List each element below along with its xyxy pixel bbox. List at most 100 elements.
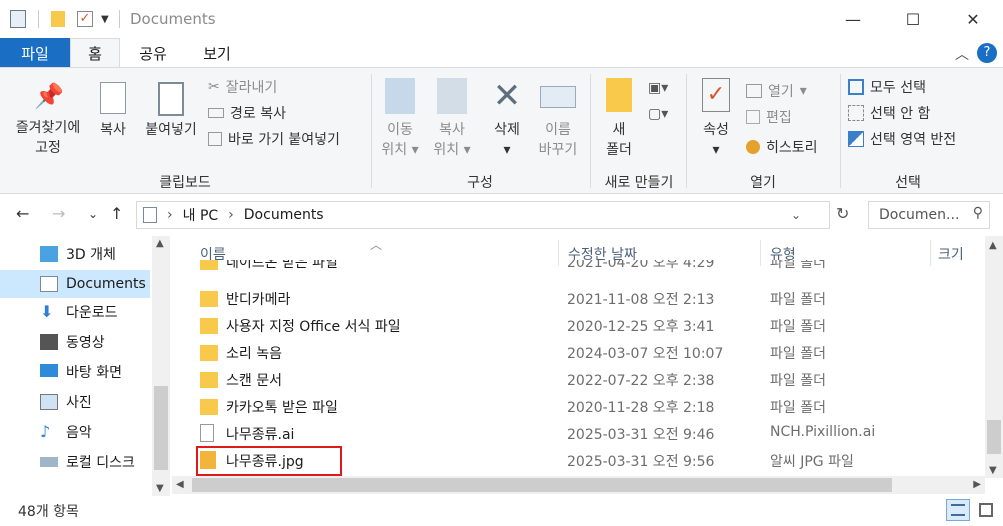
paste-button[interactable]: 붙여넣기: [138, 82, 204, 140]
file-row[interactable]: 나무종류.ai 2025-03-31 오전 9:46 NCH.Pixillion…: [196, 420, 986, 447]
scroll-thumb[interactable]: [192, 478, 892, 492]
delete-button[interactable]: ✕ 삭제 ▾: [484, 78, 530, 160]
file-date: 2025-03-31 오전 9:56: [567, 454, 715, 470]
recent-locations-icon[interactable]: ⌄: [88, 207, 98, 221]
new-folder-icon: [606, 78, 632, 112]
open-button[interactable]: 열기 ▾: [746, 80, 807, 102]
up-arrow-icon[interactable]: ↑: [110, 204, 123, 223]
qa-dropdown-icon[interactable]: ▼: [101, 14, 109, 25]
file-row[interactable]: 사용자 지정 Office 서식 파일 2020-12-25 오후 3:41 파…: [196, 312, 986, 339]
file-type: NCH.Pixillion.ai: [770, 424, 876, 440]
select-none-button[interactable]: 선택 안 함: [848, 102, 930, 124]
file-row[interactable]: 카카오톡 받은 파일 2020-11-28 오후 2:18 파일 폴더: [196, 393, 986, 420]
easy-access-icon[interactable]: ▢▾: [648, 106, 668, 122]
maximize-icon[interactable]: ☐: [883, 0, 943, 38]
breadcrumb-this-pc[interactable]: 내 PC: [183, 205, 219, 225]
cut-button[interactable]: ✂ 잘라내기: [208, 76, 277, 98]
folder-icon: [200, 372, 218, 388]
paste-shortcut-button[interactable]: 바로 가기 붙여넣기: [208, 128, 340, 150]
scroll-down-icon[interactable]: ▼: [989, 465, 997, 476]
invert-selection-label: 선택 영역 반전: [870, 132, 957, 148]
open-group-label: 열기: [750, 175, 776, 191]
sort-ascending-icon: ︿: [370, 238, 383, 252]
copy-to-icon: [437, 78, 467, 114]
navigation-pane: 3D 개체 Documents ⬇ 다운로드 동영상 바탕 화면 사진 ♪ 음악…: [0, 236, 172, 496]
nav-item-downloads[interactable]: ⬇ 다운로드: [0, 298, 150, 326]
scroll-up-icon[interactable]: ▲: [989, 240, 997, 251]
select-all-label: 모두 선택: [870, 80, 926, 96]
refresh-icon[interactable]: ↻: [836, 204, 849, 223]
history-button[interactable]: 히스토리: [746, 136, 818, 158]
file-row[interactable]: 반디카메라 2021-11-08 오전 2:13 파일 폴더: [196, 285, 986, 312]
large-icons-view-icon[interactable]: [974, 499, 998, 521]
scroll-right-icon[interactable]: ▶: [973, 479, 981, 490]
forward-arrow-icon[interactable]: →: [52, 204, 65, 223]
checkmark-qa-icon[interactable]: ✓: [77, 11, 93, 27]
move-to-icon: [385, 78, 415, 114]
address-dropdown-icon[interactable]: ⌄: [791, 208, 801, 222]
file-row[interactable]: 소리 녹음 2024-03-07 오전 10:07 파일 폴더: [196, 339, 986, 366]
nav-item-music[interactable]: ♪ 음악: [0, 418, 150, 446]
new-folder-button[interactable]: 새 폴더: [598, 78, 640, 160]
minimize-icon[interactable]: —: [823, 0, 883, 38]
scroll-up-icon[interactable]: ▲: [156, 238, 164, 249]
pin-to-quick-access-button[interactable]: 📌 즐겨찾기에 고정: [6, 82, 90, 158]
file-row[interactable]: 스캔 문서 2022-07-22 오후 2:38 파일 폴더: [196, 366, 986, 393]
history-icon: [746, 140, 760, 154]
copy-to-label-1: 복사: [439, 122, 465, 138]
scroll-left-icon[interactable]: ◀: [176, 479, 184, 490]
scroll-thumb[interactable]: [987, 420, 1001, 454]
history-label: 히스토리: [766, 140, 818, 156]
edit-button[interactable]: 편집: [746, 106, 792, 128]
properties-button[interactable]: ✓ 속성 ▾: [694, 78, 738, 160]
properties-check-icon: ✓: [702, 78, 730, 112]
close-icon[interactable]: ✕: [943, 0, 1003, 38]
breadcrumb-documents[interactable]: Documents: [244, 207, 324, 223]
ribbon-collapse-icon[interactable]: ︿: [955, 44, 969, 64]
nav-item-desktop[interactable]: 바탕 화면: [0, 358, 150, 386]
invert-selection-button[interactable]: 선택 영역 반전: [848, 128, 956, 150]
nav-item-3d-objects[interactable]: 3D 개체: [0, 240, 150, 268]
copy-label: 복사: [100, 122, 126, 138]
properties-dropdown-icon: ▾: [712, 142, 720, 158]
copy-path-button[interactable]: 경로 복사: [208, 102, 286, 124]
scroll-down-icon[interactable]: ▼: [156, 483, 164, 494]
search-input[interactable]: Documen... ⚲: [868, 201, 990, 229]
folder-qa-icon[interactable]: [51, 11, 65, 27]
nav-pane-scrollbar[interactable]: ▲ ▼: [152, 236, 170, 496]
scroll-thumb[interactable]: [154, 386, 168, 470]
move-to-button[interactable]: 이동 위치 ▾: [378, 78, 422, 160]
select-all-button[interactable]: 모두 선택: [848, 76, 926, 98]
select-group-label: 선택: [895, 175, 921, 191]
copy-button[interactable]: 복사: [92, 82, 134, 140]
nav-label: 로컬 디스크: [66, 455, 135, 471]
file-row[interactable]: 네이트온 받은 파일 2021-04-20 오후 4:29 파일 폴더: [196, 260, 986, 276]
copy-to-button[interactable]: 복사 위치 ▾: [428, 78, 476, 160]
delete-label: 삭제: [494, 122, 520, 138]
nav-item-pictures[interactable]: 사진: [0, 388, 150, 416]
rename-icon: [540, 86, 576, 108]
address-bar[interactable]: › 내 PC › Documents ⌄: [136, 201, 830, 229]
delete-dropdown-icon: ▾: [503, 142, 511, 158]
file-list-scrollbar[interactable]: ▲ ▼: [985, 236, 1003, 478]
file-name: 카카오톡 받은 파일: [226, 400, 338, 416]
details-view-icon[interactable]: [946, 499, 970, 521]
nav-item-videos[interactable]: 동영상: [0, 328, 150, 356]
tab-share[interactable]: 공유: [128, 38, 178, 68]
back-arrow-icon[interactable]: ←: [16, 204, 29, 223]
nav-item-documents[interactable]: Documents: [0, 270, 150, 298]
invert-selection-icon: [848, 131, 864, 147]
tab-view[interactable]: 보기: [190, 38, 244, 68]
new-item-icon[interactable]: ▣▾: [648, 80, 668, 96]
rename-button[interactable]: 이름 바꾸기: [532, 78, 584, 160]
properties-qa-icon[interactable]: [10, 10, 26, 28]
horizontal-scrollbar[interactable]: ◀ ▶: [172, 476, 985, 494]
help-icon[interactable]: ?: [977, 43, 997, 63]
nav-label: 다운로드: [66, 305, 118, 321]
new-folder-label-1: 새: [612, 122, 626, 138]
file-name: 소리 녹음: [226, 346, 282, 362]
nav-item-local-disk[interactable]: 로컬 디스크: [0, 448, 150, 476]
tab-file[interactable]: 파일: [0, 38, 70, 68]
tab-home[interactable]: 홈: [70, 38, 120, 68]
file-name: 사용자 지정 Office 서식 파일: [226, 319, 401, 335]
